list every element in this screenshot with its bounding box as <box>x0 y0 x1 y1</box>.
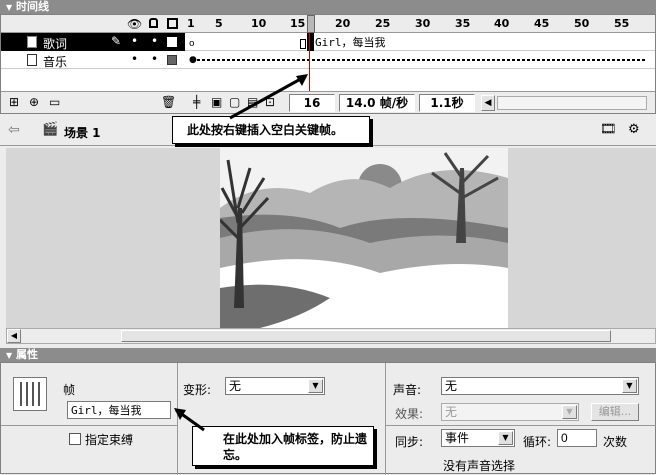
callout-arrows <box>174 74 308 432</box>
